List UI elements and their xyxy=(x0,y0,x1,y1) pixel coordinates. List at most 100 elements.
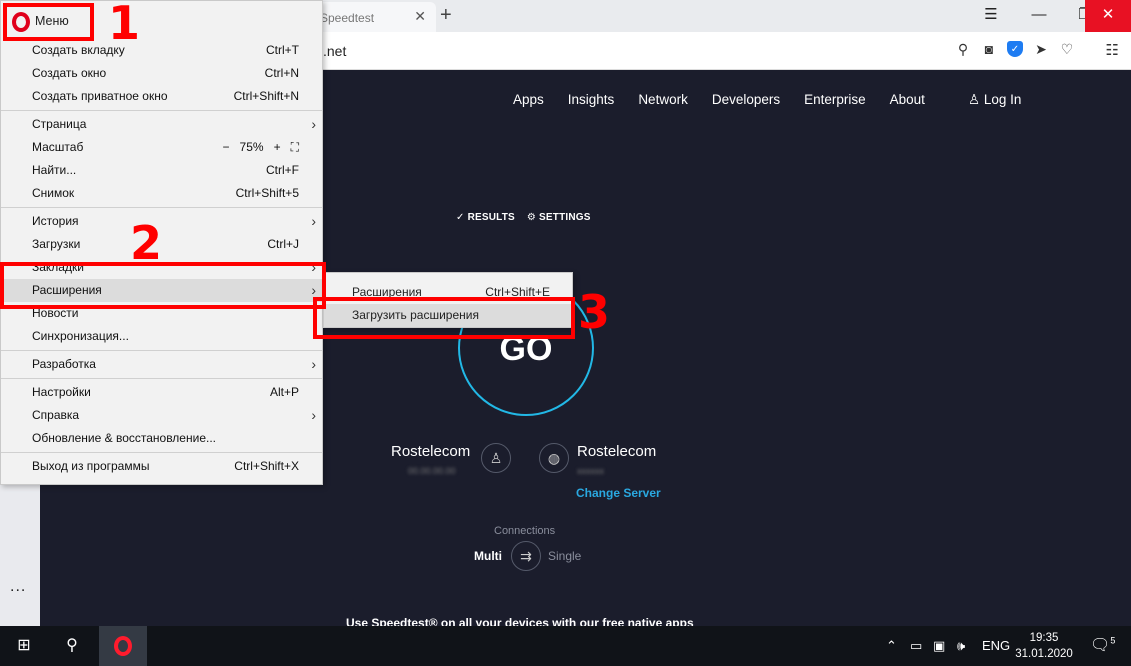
menu-item-new-window[interactable]: Создать окно Ctrl+N xyxy=(1,62,322,85)
annotation-number-1: 1 xyxy=(108,0,141,50)
menu-separator xyxy=(1,350,322,351)
clock[interactable]: 19:35 31.01.2020 xyxy=(1014,630,1074,662)
settings-link[interactable]: ⚙ SETTINGS xyxy=(527,212,591,223)
nav-enterprise[interactable]: Enterprise xyxy=(804,92,866,107)
sidebar-more-icon[interactable]: ... xyxy=(10,578,26,596)
new-tab-icon[interactable]: + xyxy=(440,4,452,27)
login-label: Log In xyxy=(983,92,1022,107)
menu-item-label: Масштаб xyxy=(32,140,84,154)
menu-item-exit[interactable]: Выход из программы Ctrl+Shift+X xyxy=(1,455,322,478)
isp-left-ip: 00.00.00.00 xyxy=(408,466,456,476)
clock-time: 19:35 xyxy=(1029,632,1059,644)
address-text[interactable]: .net xyxy=(323,43,346,59)
chevron-up-icon[interactable]: ⌃ xyxy=(886,638,897,654)
results-label: RESULTS xyxy=(467,212,515,223)
menu-item-shortcut: Ctrl+F xyxy=(266,163,299,177)
nav-apps[interactable]: Apps xyxy=(513,92,544,107)
menu-separator xyxy=(1,378,322,379)
annotation-box-2 xyxy=(0,262,326,309)
connections-toggle-icon[interactable]: ⇉ xyxy=(511,541,541,571)
nav-network[interactable]: Network xyxy=(638,92,688,107)
fullscreen-icon[interactable]: ⛶ xyxy=(291,136,299,159)
windows-taskbar: ⊞ ⚲ ⌃ ▭ ▣ 🕪 ENG 19:35 31.01.2020 🗨5 xyxy=(0,626,1131,666)
heart-icon[interactable]: ♡ xyxy=(1059,41,1075,57)
nav-insights[interactable]: Insights xyxy=(568,92,615,107)
menu-item-label: Снимок xyxy=(32,186,75,200)
menu-item-shortcut: Ctrl+N xyxy=(264,66,299,80)
address-icons: ⚲ ◙ ✓ ➤ ♡ xyxy=(955,41,1075,57)
nav-about[interactable]: About xyxy=(890,92,925,107)
menu-item-shortcut: Ctrl+T xyxy=(266,43,299,57)
menu-item-sync[interactable]: Синхронизация... xyxy=(1,325,322,348)
menu-item-shortcut: Ctrl+J xyxy=(267,237,299,251)
menu-item-find[interactable]: Найти... Ctrl+F xyxy=(1,159,322,182)
menu-item-label: Страница xyxy=(32,117,87,131)
menu-item-new-tab[interactable]: Создать вкладку Ctrl+T xyxy=(1,39,322,62)
check-circle-icon: ✓ xyxy=(456,212,468,223)
isp-left-name: Rostelecom xyxy=(391,443,471,460)
settings-label: SETTINGS xyxy=(539,212,591,223)
easy-setup-icon[interactable]: ☷ xyxy=(1106,41,1119,59)
send-icon[interactable]: ➤ xyxy=(1033,41,1049,57)
power-icon[interactable]: ▭ xyxy=(910,638,922,654)
tab-close-icon[interactable]: ✕ xyxy=(414,8,426,25)
menu-item-shortcut: Ctrl+Shift+N xyxy=(233,89,299,103)
connections-label: Connections xyxy=(494,525,556,537)
minimize-icon[interactable]: — xyxy=(1016,0,1062,32)
user-icon: ♙ xyxy=(481,443,511,473)
tab-title: Speedtest xyxy=(320,11,375,25)
zoom-value: 75% xyxy=(239,140,264,154)
chevron-right-icon: › xyxy=(311,116,316,132)
taskbar-opera[interactable] xyxy=(99,626,147,666)
chevron-right-icon: › xyxy=(311,356,316,372)
site-nav: Apps Insights Network Developers Enterpr… xyxy=(513,92,925,107)
search-icon[interactable]: ⚲ xyxy=(48,626,96,666)
menu-item-label: Справка xyxy=(32,408,80,422)
menu-item-label: Загрузки xyxy=(32,237,81,251)
menu-item-private-window[interactable]: Создать приватное окно Ctrl+Shift+N xyxy=(1,85,322,108)
multi-label[interactable]: Multi xyxy=(474,549,502,563)
isp-right-location: хххххх xyxy=(577,466,604,476)
menu-item-page[interactable]: Страница › xyxy=(1,113,322,136)
zoom-out-button[interactable]: − xyxy=(223,136,230,159)
menu-item-label: Обновление & восстановление... xyxy=(32,431,216,445)
single-label[interactable]: Single xyxy=(548,549,581,563)
menu-item-shortcut: Ctrl+Shift+X xyxy=(234,459,299,473)
windows-start-icon[interactable]: ⊞ xyxy=(0,626,48,666)
login-link[interactable]: ♙ Log In xyxy=(968,92,1021,108)
menu-item-zoom[interactable]: Масштаб − 75% + ⛶ xyxy=(1,136,322,159)
menu-item-update-recovery[interactable]: Обновление & восстановление... xyxy=(1,427,322,450)
vpn-shield-icon[interactable]: ✓ xyxy=(1007,41,1023,57)
close-window-icon[interactable]: ✕ xyxy=(1085,0,1131,32)
change-server-link[interactable]: Change Server xyxy=(576,486,661,500)
menu-item-label: История xyxy=(32,214,79,228)
globe-icon: ◍ xyxy=(539,443,569,473)
annotation-number-2: 2 xyxy=(130,216,163,270)
menu-item-label: Разработка xyxy=(32,357,96,371)
results-link[interactable]: ✓ RESULTS xyxy=(456,212,515,223)
search-icon[interactable]: ⚲ xyxy=(955,41,971,57)
apps-promo-text: Use Speedtest® on all your devices with … xyxy=(346,616,694,626)
camera-icon[interactable]: ◙ xyxy=(981,41,997,57)
language-indicator[interactable]: ENG xyxy=(982,638,1010,653)
menu-item-developer[interactable]: Разработка › xyxy=(1,353,322,376)
menu-item-shortcut: Alt+P xyxy=(269,385,299,399)
gear-icon: ⚙ xyxy=(526,212,540,223)
annotation-box-1 xyxy=(3,3,94,41)
menu-item-snapshot[interactable]: Снимок Ctrl+Shift+5 xyxy=(1,182,322,205)
network-icon[interactable]: ▣ xyxy=(933,638,945,654)
menu-item-label: Выход из программы xyxy=(32,459,150,473)
tab-menu-icon[interactable]: ☰ xyxy=(968,0,1014,32)
annotation-box-3 xyxy=(313,297,575,339)
volume-icon[interactable]: 🕪 xyxy=(957,638,965,654)
menu-separator xyxy=(1,207,322,208)
menu-item-label: Создать окно xyxy=(32,66,107,80)
menu-item-label: Настройки xyxy=(32,385,91,399)
clock-date: 31.01.2020 xyxy=(1015,648,1073,660)
notifications-icon[interactable]: 🗨5 xyxy=(1090,635,1115,655)
nav-developers[interactable]: Developers xyxy=(712,92,780,107)
zoom-in-button[interactable]: + xyxy=(274,136,281,159)
menu-item-settings[interactable]: Настройки Alt+P xyxy=(1,381,322,404)
menu-item-help[interactable]: Справка › xyxy=(1,404,322,427)
menu-separator xyxy=(1,110,322,111)
